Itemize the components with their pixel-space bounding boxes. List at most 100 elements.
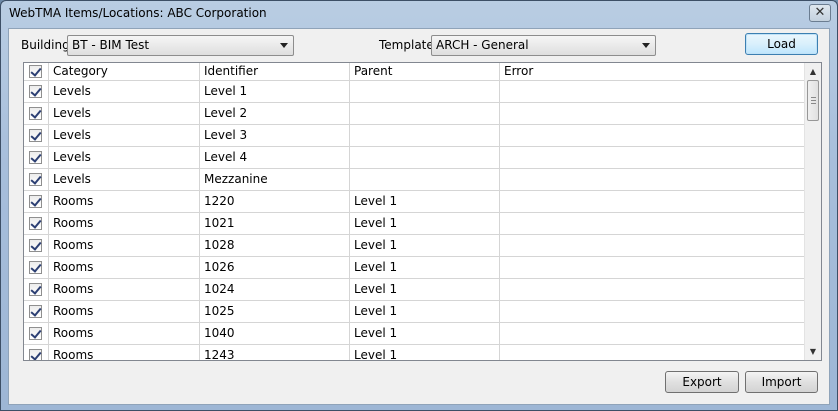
cell-parent[interactable]: Level 1 — [350, 345, 500, 360]
cell-identifier[interactable]: 1220 — [200, 191, 350, 212]
cell-error[interactable] — [500, 213, 804, 234]
column-header-identifier[interactable]: Identifier — [200, 63, 350, 80]
row-checkbox[interactable] — [29, 151, 42, 164]
cell-parent[interactable]: Level 1 — [350, 213, 500, 234]
cell-error[interactable] — [500, 257, 804, 278]
cell-identifier[interactable]: 1028 — [200, 235, 350, 256]
cell-category[interactable]: Rooms — [49, 257, 200, 278]
table-row[interactable]: Rooms 1243 Level 1 — [24, 345, 804, 360]
scroll-thumb[interactable] — [807, 80, 819, 121]
row-checkbox[interactable] — [29, 261, 42, 274]
cell-category[interactable]: Rooms — [49, 279, 200, 300]
cell-identifier[interactable]: 1025 — [200, 301, 350, 322]
import-button[interactable]: Import — [745, 371, 818, 393]
cell-identifier[interactable]: Mezzanine — [200, 169, 350, 190]
cell-parent[interactable]: Level 1 — [350, 235, 500, 256]
cell-category[interactable]: Levels — [49, 147, 200, 168]
cell-parent[interactable]: Level 1 — [350, 257, 500, 278]
cell-parent[interactable] — [350, 125, 500, 146]
row-checkbox[interactable] — [29, 217, 42, 230]
cell-error[interactable] — [500, 81, 804, 102]
row-checkbox[interactable] — [29, 85, 42, 98]
cell-error[interactable] — [500, 125, 804, 146]
cell-error[interactable] — [500, 103, 804, 124]
row-checkbox[interactable] — [29, 239, 42, 252]
cell-identifier[interactable]: Level 1 — [200, 81, 350, 102]
table-row[interactable]: Levels Level 2 — [24, 103, 804, 125]
cell-error[interactable] — [500, 235, 804, 256]
table-row[interactable]: Rooms 1024 Level 1 — [24, 279, 804, 301]
cell-error[interactable] — [500, 323, 804, 344]
cell-error[interactable] — [500, 301, 804, 322]
export-button[interactable]: Export — [665, 371, 739, 393]
cell-category[interactable]: Rooms — [49, 191, 200, 212]
cell-parent[interactable] — [350, 103, 500, 124]
table-row[interactable]: Rooms 1021 Level 1 — [24, 213, 804, 235]
select-all-checkbox[interactable] — [29, 65, 42, 78]
cell-identifier[interactable]: Level 4 — [200, 147, 350, 168]
column-header-parent[interactable]: Parent — [350, 63, 500, 80]
cell-category[interactable]: Rooms — [49, 323, 200, 344]
cell-error[interactable] — [500, 345, 804, 360]
cell-category[interactable]: Levels — [49, 169, 200, 190]
cell-identifier[interactable]: 1024 — [200, 279, 350, 300]
cell-category[interactable]: Rooms — [49, 235, 200, 256]
dialog-window: WebTMA Items/Locations: ABC Corporation … — [0, 0, 838, 411]
cell-parent[interactable] — [350, 169, 500, 190]
cell-identifier[interactable]: 1040 — [200, 323, 350, 344]
table-row[interactable]: Levels Level 4 — [24, 147, 804, 169]
row-checkbox[interactable] — [29, 327, 42, 340]
table-row[interactable]: Levels Level 1 — [24, 81, 804, 103]
cell-category[interactable]: Levels — [49, 81, 200, 102]
row-checkbox[interactable] — [29, 173, 42, 186]
row-checkbox-cell — [24, 147, 49, 168]
row-checkbox[interactable] — [29, 349, 42, 360]
building-select[interactable]: BT - BIM Test — [67, 35, 294, 56]
close-button[interactable]: ✕ — [809, 4, 831, 22]
row-checkbox-cell — [24, 213, 49, 234]
template-select[interactable]: ARCH - General — [431, 35, 656, 56]
row-checkbox-cell — [24, 323, 49, 344]
cell-category[interactable]: Rooms — [49, 301, 200, 322]
table-row[interactable]: Levels Mezzanine — [24, 169, 804, 191]
cell-identifier[interactable]: 1243 — [200, 345, 350, 360]
cell-error[interactable] — [500, 169, 804, 190]
row-checkbox[interactable] — [29, 305, 42, 318]
cell-identifier[interactable]: Level 3 — [200, 125, 350, 146]
vertical-scrollbar[interactable]: ▲ ▼ — [804, 63, 821, 360]
cell-identifier[interactable]: 1026 — [200, 257, 350, 278]
cell-error[interactable] — [500, 279, 804, 300]
cell-error[interactable] — [500, 147, 804, 168]
row-checkbox-cell — [24, 125, 49, 146]
cell-parent[interactable] — [350, 81, 500, 102]
table-row[interactable]: Rooms 1026 Level 1 — [24, 257, 804, 279]
title-bar[interactable]: WebTMA Items/Locations: ABC Corporation … — [1, 1, 837, 27]
cell-parent[interactable] — [350, 147, 500, 168]
column-header-category[interactable]: Category — [49, 63, 200, 80]
column-header-error[interactable]: Error — [500, 63, 804, 80]
cell-parent[interactable]: Level 1 — [350, 279, 500, 300]
load-button[interactable]: Load — [745, 33, 818, 55]
cell-parent[interactable]: Level 1 — [350, 301, 500, 322]
row-checkbox[interactable] — [29, 129, 42, 142]
cell-identifier[interactable]: 1021 — [200, 213, 350, 234]
table-row[interactable]: Levels Level 3 — [24, 125, 804, 147]
cell-category[interactable]: Levels — [49, 125, 200, 146]
cell-category[interactable]: Rooms — [49, 213, 200, 234]
scroll-up-arrow-icon[interactable]: ▲ — [805, 63, 821, 80]
cell-parent[interactable]: Level 1 — [350, 191, 500, 212]
row-checkbox[interactable] — [29, 107, 42, 120]
row-checkbox[interactable] — [29, 195, 42, 208]
table-row[interactable]: Rooms 1025 Level 1 — [24, 301, 804, 323]
table-row[interactable]: Rooms 1220 Level 1 — [24, 191, 804, 213]
row-checkbox[interactable] — [29, 283, 42, 296]
cell-identifier[interactable]: Level 2 — [200, 103, 350, 124]
table-row[interactable]: Rooms 1028 Level 1 — [24, 235, 804, 257]
chevron-down-icon — [280, 43, 288, 48]
cell-error[interactable] — [500, 191, 804, 212]
cell-parent[interactable]: Level 1 — [350, 323, 500, 344]
scroll-down-arrow-icon[interactable]: ▼ — [805, 343, 821, 360]
cell-category[interactable]: Rooms — [49, 345, 200, 360]
cell-category[interactable]: Levels — [49, 103, 200, 124]
table-row[interactable]: Rooms 1040 Level 1 — [24, 323, 804, 345]
